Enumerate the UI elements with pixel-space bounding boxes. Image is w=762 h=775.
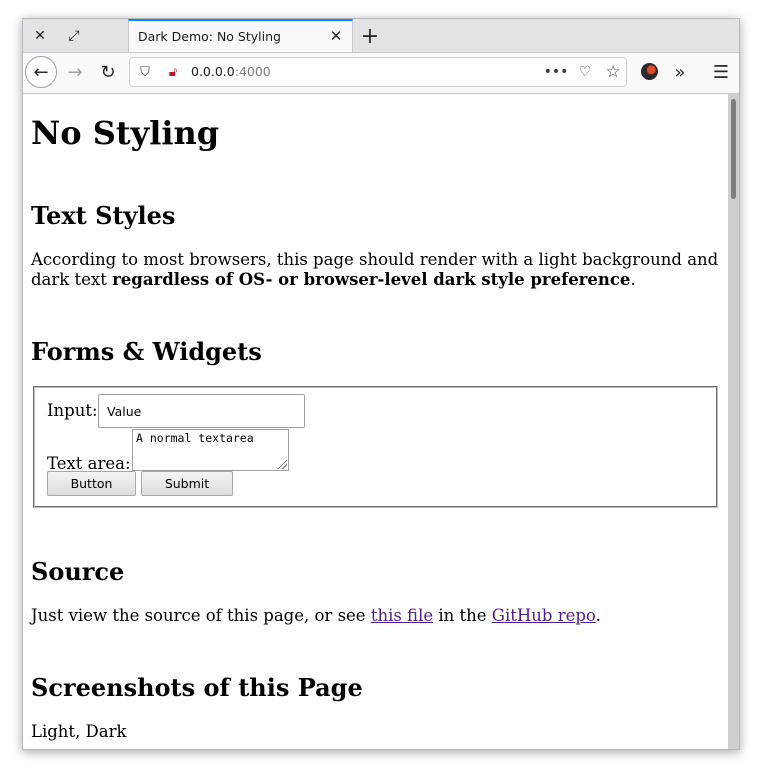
scrollbar[interactable] xyxy=(728,94,739,749)
text-input[interactable] xyxy=(98,394,305,428)
insecure-lock-icon[interactable]: 🔓︎ xyxy=(164,63,182,81)
pocket-icon[interactable]: ♡ xyxy=(574,62,596,82)
page-title: No Styling xyxy=(31,114,220,152)
this-file-link[interactable]: this file xyxy=(371,606,433,625)
text-styles-paragraph: According to most browsers, this page sh… xyxy=(31,250,719,289)
url-bar[interactable]: ⛉ 🔓︎ 0.0.0.0:4000 ••• ♡ ☆ xyxy=(129,57,627,87)
url-text[interactable]: 0.0.0.0:4000 xyxy=(191,64,271,79)
shield-icon[interactable]: ⛉ xyxy=(136,63,154,81)
source-heading: Source xyxy=(31,557,125,586)
textarea[interactable]: A normal textarea xyxy=(132,429,289,471)
screenshots-heading: Screenshots of this Page xyxy=(31,673,363,702)
tab-active[interactable]: Dark Demo: No Styling ✕ xyxy=(128,19,353,52)
input-label: Input: xyxy=(47,401,98,420)
source-paragraph: Just view the source of this page, or se… xyxy=(31,606,601,625)
overflow-menu-icon[interactable]: » xyxy=(665,57,695,87)
new-tab-icon[interactable]: + xyxy=(356,22,384,50)
bold-text: regardless of OS- or browser-level dark … xyxy=(112,270,631,289)
reload-icon[interactable]: ↻ xyxy=(93,57,123,87)
more-actions-icon[interactable]: ••• xyxy=(544,62,569,82)
submit-button[interactable]: Submit xyxy=(141,471,233,496)
tab-strip: ✕ ⤢ Dark Demo: No Styling ✕ + xyxy=(23,19,739,53)
nav-bar: ← → ↻ ⛉ 🔓︎ 0.0.0.0:4000 ••• ♡ ☆ » ☰ xyxy=(23,53,739,94)
forward-icon[interactable]: → xyxy=(60,57,90,87)
screenshots-paragraph: Light, Dark xyxy=(31,722,127,741)
close-window-icon[interactable]: ✕ xyxy=(23,19,57,52)
scrollbar-thumb[interactable] xyxy=(731,99,736,199)
hamburger-menu-icon[interactable]: ☰ xyxy=(706,57,736,87)
tab-close-icon[interactable]: ✕ xyxy=(326,26,346,46)
resize-grip-icon[interactable] xyxy=(276,458,287,469)
maximize-icon[interactable]: ⤢ xyxy=(57,19,91,52)
github-repo-link[interactable]: GitHub repo xyxy=(492,606,596,625)
tab-title: Dark Demo: No Styling xyxy=(138,29,281,44)
bookmark-star-icon[interactable]: ☆ xyxy=(602,62,624,82)
plain-button[interactable]: Button xyxy=(47,471,136,496)
text-styles-heading: Text Styles xyxy=(31,201,176,230)
forms-heading: Forms & Widgets xyxy=(31,337,262,366)
browser-window: ✕ ⤢ Dark Demo: No Styling ✕ + ← → ↻ ⛉ 🔓︎… xyxy=(22,18,740,750)
back-icon[interactable]: ← xyxy=(25,56,57,88)
page-content: No Styling Text Styles According to most… xyxy=(23,94,728,749)
profile-avatar[interactable] xyxy=(641,63,658,80)
